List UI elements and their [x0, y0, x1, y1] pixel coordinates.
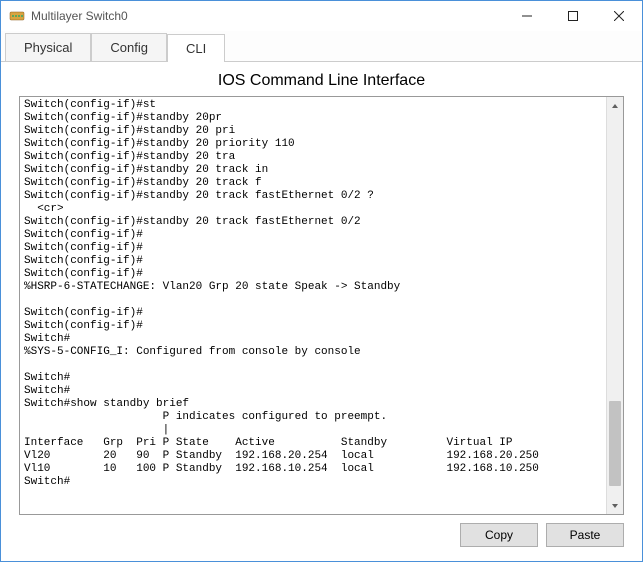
- tab-cli[interactable]: CLI: [167, 34, 225, 62]
- scroll-track[interactable]: [607, 114, 623, 497]
- close-button[interactable]: [596, 1, 642, 31]
- paste-button[interactable]: Paste: [546, 523, 624, 547]
- cli-scrollbar[interactable]: [606, 97, 623, 514]
- window-controls: [504, 1, 642, 31]
- cli-panel: Switch(config-if)#st Switch(config-if)#s…: [19, 96, 624, 515]
- app-icon: [9, 8, 25, 24]
- scroll-thumb[interactable]: [609, 401, 621, 485]
- maximize-button[interactable]: [550, 1, 596, 31]
- tab-config[interactable]: Config: [91, 33, 167, 61]
- window-title: Multilayer Switch0: [31, 9, 128, 23]
- scroll-down-button[interactable]: [607, 497, 623, 514]
- button-row: Copy Paste: [19, 523, 624, 547]
- tab-bar: Physical Config CLI: [1, 31, 642, 62]
- content-area: IOS Command Line Interface Switch(config…: [1, 62, 642, 561]
- page-title: IOS Command Line Interface: [19, 62, 624, 96]
- minimize-button[interactable]: [504, 1, 550, 31]
- cli-output[interactable]: Switch(config-if)#st Switch(config-if)#s…: [20, 97, 606, 514]
- titlebar: Multilayer Switch0: [1, 1, 642, 31]
- tab-physical[interactable]: Physical: [5, 33, 91, 61]
- scroll-up-button[interactable]: [607, 97, 623, 114]
- app-window: Multilayer Switch0 Physical Config CLI I…: [0, 0, 643, 562]
- copy-button[interactable]: Copy: [460, 523, 538, 547]
